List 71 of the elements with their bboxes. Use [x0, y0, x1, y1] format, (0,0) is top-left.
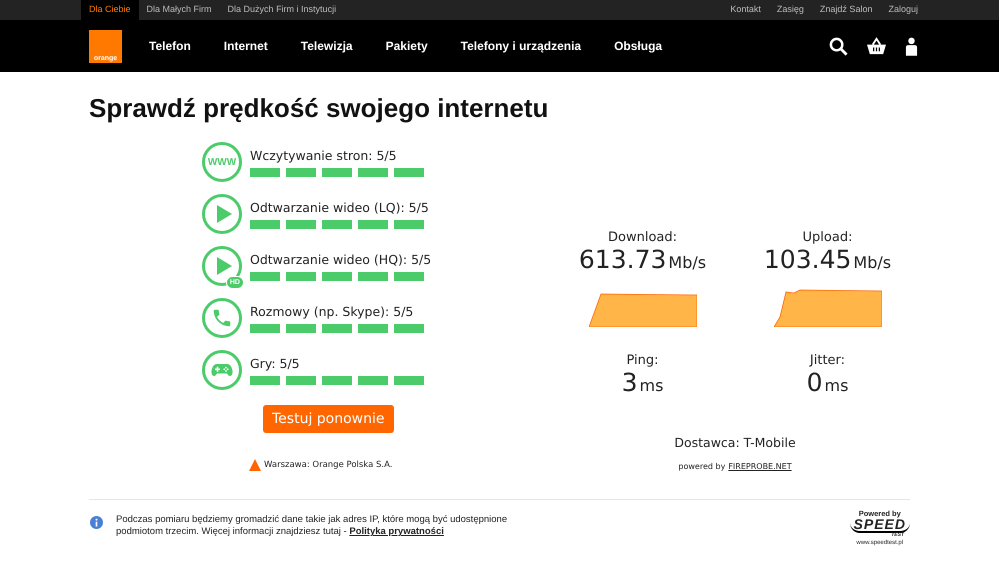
- rating-segment: [358, 376, 388, 384]
- top-link[interactable]: Zasięg: [776, 3, 804, 17]
- result-unit: ms: [639, 375, 664, 397]
- result-unit: Mb/s: [853, 252, 892, 274]
- rating-segment: [358, 324, 388, 332]
- rating-segment: [394, 272, 424, 280]
- phone-icon: [202, 298, 242, 338]
- rating-segment: [394, 376, 424, 384]
- result-label: Upload:: [802, 230, 852, 246]
- rating-label: Odtwarzanie wideo (LQ): 5/5: [250, 200, 429, 216]
- rating-label: Wczytywanie stron: 5/5: [250, 148, 398, 164]
- rating-label: Odtwarzanie wideo (HQ): 5/5: [250, 252, 432, 268]
- rating-segment: [322, 376, 352, 384]
- rating-segment: [358, 272, 388, 280]
- rating-segment: [322, 272, 352, 280]
- rating-segment: [250, 168, 280, 176]
- rating-label: Gry: 5/5: [250, 356, 301, 372]
- info-icon: [90, 516, 103, 529]
- rating-segment: [394, 324, 424, 332]
- rating-segment: [286, 324, 316, 332]
- user-icon[interactable]: [905, 36, 918, 56]
- result-value: 103.45: [764, 246, 852, 274]
- privacy-notice: Podczas pomiaru będziemy gromadzić dane takie jak adres IP, które mogą być udostępnione podmiotom trzecim. Więcej informacji znajdziesz tutaj - Polityka prywatności: [116, 514, 508, 539]
- rating-segment: [394, 168, 424, 176]
- rating-segment: [394, 220, 424, 228]
- result-value: 613.73: [578, 246, 666, 274]
- gamepad-icon: [202, 350, 242, 390]
- basket-icon[interactable]: [866, 36, 887, 56]
- page-title: Sprawdź prędkość swojego internetu: [89, 92, 550, 124]
- rating-segment: [358, 220, 388, 228]
- rating-segment: [286, 220, 316, 228]
- www-icon: WWW: [202, 142, 242, 182]
- segment-tab[interactable]: Dla Małych Firm: [138, 0, 220, 20]
- play-icon: [202, 194, 242, 234]
- nav-item[interactable]: Pakiety: [386, 37, 428, 55]
- server-name: Warszawa: Orange Polska S.A.: [264, 459, 392, 472]
- result-value: 0: [806, 369, 822, 397]
- fireprobe-link[interactable]: FIREPROBE.NET: [728, 460, 792, 473]
- provider-text: Dostawca: T-Mobile: [674, 434, 796, 452]
- rating-label: Rozmowy (np. Skype): 5/5: [250, 304, 414, 320]
- result-unit: Mb/s: [668, 252, 706, 274]
- rating-segment: [322, 220, 352, 228]
- result-label: Ping:: [626, 353, 659, 369]
- top-link[interactable]: Znajdź Salon: [820, 3, 872, 17]
- rating-segment: [322, 168, 352, 176]
- result-unit: ms: [824, 375, 848, 397]
- nav-item[interactable]: Obsługa: [614, 37, 662, 55]
- nav-item[interactable]: Telefony i urządzenia: [460, 37, 582, 55]
- result-value: 3: [622, 369, 638, 397]
- rating-segment: [250, 272, 280, 280]
- rating-segment: [250, 324, 280, 332]
- rating-segment: [322, 324, 352, 332]
- privacy-policy-link[interactable]: Polityka prywatności: [349, 526, 444, 538]
- rating-segment: [250, 376, 280, 384]
- rating-segment: [286, 272, 316, 280]
- top-link[interactable]: Kontakt: [730, 3, 761, 17]
- result-label: Download:: [608, 230, 677, 246]
- rating-segment: [250, 220, 280, 228]
- segment-tab[interactable]: Dla Ciebie: [81, 0, 139, 20]
- nav-item[interactable]: Telefon: [149, 37, 191, 55]
- nav-item[interactable]: Telewizja: [300, 37, 353, 55]
- rating-segment: [286, 168, 316, 176]
- triangle-icon: [249, 459, 261, 472]
- result-label: Jitter:: [810, 353, 846, 369]
- search-icon[interactable]: [829, 36, 848, 56]
- rating-segment: [358, 168, 388, 176]
- segment-tab[interactable]: Dla Dużych Firm i Instytucji: [220, 0, 344, 20]
- nav-item[interactable]: Internet: [224, 37, 268, 55]
- powered-by-text: powered by: [678, 460, 726, 473]
- rating-segment: [286, 376, 316, 384]
- top-link[interactable]: Zaloguj: [888, 3, 918, 17]
